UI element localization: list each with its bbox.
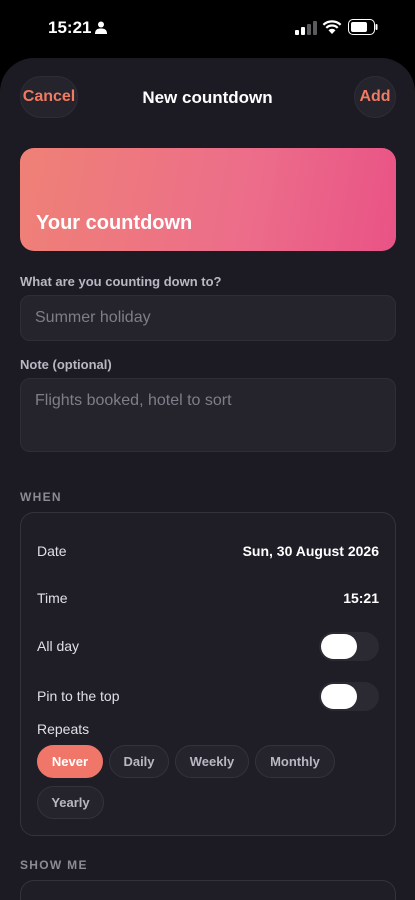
all-day-label: All day — [37, 638, 80, 654]
when-card: Date Sun, 30 August 2026 Time 15:21 All … — [20, 512, 396, 836]
when-section-header: WHEN — [20, 490, 62, 504]
page-title: New countdown — [142, 88, 273, 107]
show-me-card — [20, 880, 396, 900]
show-me-section-header: SHOW ME — [20, 858, 88, 872]
title-input[interactable]: Summer holiday — [20, 295, 396, 341]
date-label: Date — [37, 543, 67, 559]
title-field-label: What are you counting down to? — [20, 274, 222, 289]
person-icon — [95, 21, 107, 34]
repeat-chip-weekly[interactable]: Weekly — [175, 745, 249, 778]
pin-to-top-label: Pin to the top — [37, 688, 120, 704]
repeats-label: Repeats — [37, 721, 90, 737]
battery-icon — [348, 19, 378, 35]
add-button[interactable]: Add — [354, 76, 396, 118]
note-field-label: Note (optional) — [20, 357, 112, 372]
all-day-toggle[interactable] — [319, 632, 379, 661]
countdown-preview-card: Your countdown — [20, 148, 396, 251]
repeat-chip-yearly[interactable]: Yearly — [37, 786, 104, 819]
cellular-signal-icon — [295, 21, 317, 35]
toggle-knob — [321, 634, 357, 659]
repeat-chip-monthly[interactable]: Monthly — [255, 745, 335, 778]
new-countdown-sheet: Cancel New countdown Add Your countdown … — [0, 58, 415, 900]
status-time: 15:21 — [48, 18, 92, 37]
note-input[interactable]: Flights booked, hotel to sort — [20, 378, 396, 452]
wifi-icon — [322, 20, 342, 34]
date-value[interactable]: Sun, 30 August 2026 — [243, 543, 379, 559]
repeat-chip-daily[interactable]: Daily — [109, 745, 169, 778]
pin-to-top-toggle[interactable] — [319, 682, 379, 711]
time-value[interactable]: 15:21 — [343, 590, 379, 606]
status-bar: 15:21 — [0, 0, 415, 56]
time-label: Time — [37, 590, 68, 606]
toggle-knob — [321, 684, 357, 709]
preview-title: Your countdown — [36, 212, 193, 234]
repeat-chip-never[interactable]: Never — [37, 745, 103, 778]
